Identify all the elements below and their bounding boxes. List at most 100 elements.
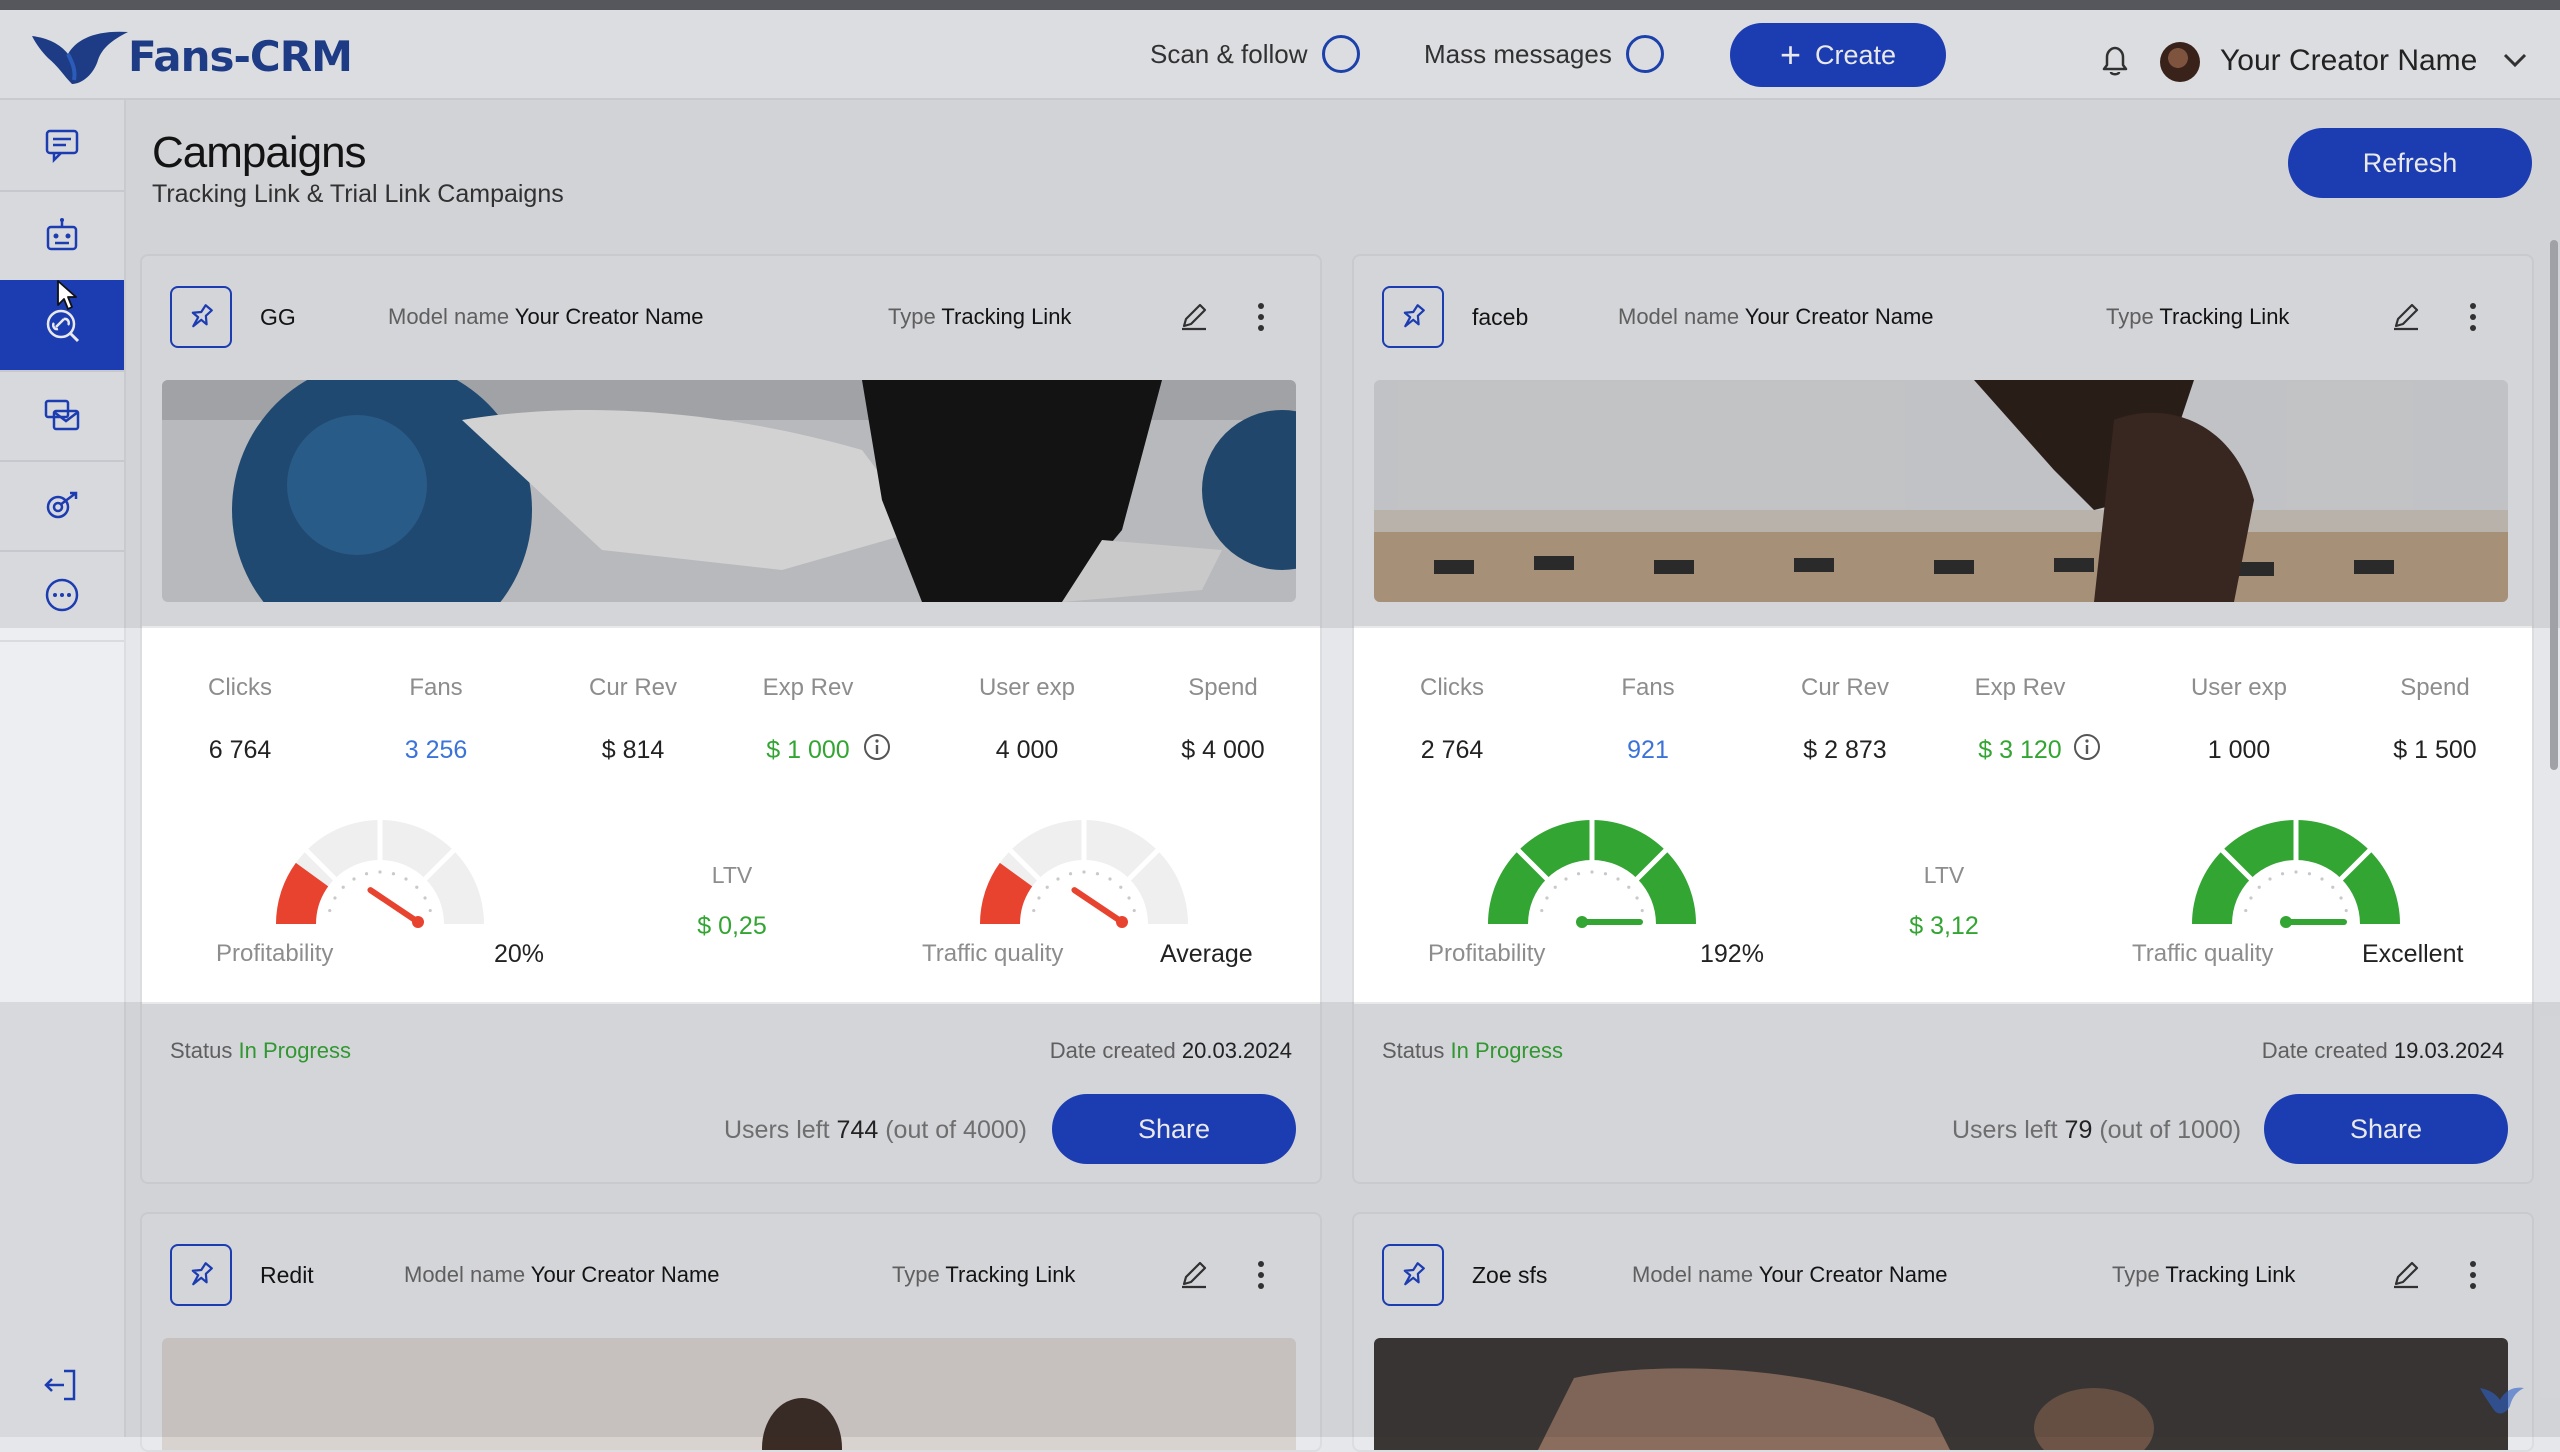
model-name-field: Model name Your Creator Name [404, 1262, 720, 1288]
kebab-menu-icon[interactable] [1254, 300, 1268, 334]
refresh-button[interactable]: Refresh [2288, 128, 2532, 198]
page-title: Campaigns [152, 128, 367, 177]
stat-label: User exp [2190, 674, 2288, 701]
traffic-quality-label: Traffic quality [922, 940, 1064, 967]
gauge-tick [2307, 872, 2312, 876]
mouse-cursor-icon [57, 280, 77, 310]
stat-user-exp: User exp 4 000 [947, 674, 1107, 765]
sidebar-item-mass-messages[interactable] [0, 370, 124, 462]
kebab-menu-icon[interactable] [2466, 300, 2480, 334]
scrollbar-thumb[interactable] [2550, 240, 2558, 770]
gauge-tick [2331, 885, 2335, 889]
edit-icon[interactable] [2390, 1258, 2422, 1290]
traffic-quality-value: Average [1160, 940, 1253, 968]
pin-button[interactable] [170, 1244, 232, 1306]
user-name[interactable]: Your Creator Name [2220, 44, 2477, 78]
pin-button[interactable] [1382, 286, 1444, 348]
scan-follow-label: Scan & follow [1150, 38, 1308, 69]
gauge-tick [1540, 908, 1544, 913]
scan-follow-toggle[interactable]: Scan & follow [1150, 32, 1360, 76]
sidebar-item-tracking[interactable] [0, 460, 124, 552]
gauge-tick [1045, 885, 1049, 889]
pin-button[interactable] [1382, 1244, 1444, 1306]
mass-messages-indicator[interactable] [1625, 35, 1664, 73]
scan-follow-indicator[interactable] [1321, 35, 1360, 73]
pin-button[interactable] [170, 286, 232, 348]
campaign-image [162, 380, 1296, 602]
status-field: Status In Progress [170, 1038, 351, 1064]
gauge-tick [404, 877, 408, 881]
gauge-tick [1037, 896, 1041, 900]
sidebar-item-more[interactable] [0, 550, 124, 642]
sidebar-item-bot[interactable] [0, 190, 124, 282]
stat-value[interactable]: 921 [1568, 736, 1728, 765]
logo-text: Fans-CRM [128, 31, 353, 81]
campaign-card-header: GG Model name Your Creator Name Type Tra… [142, 256, 1320, 380]
traffic-quality-gauge [2192, 818, 2400, 928]
stat-value[interactable]: 3 256 [356, 736, 516, 765]
bell-icon[interactable] [2098, 43, 2132, 79]
edit-icon[interactable] [2390, 300, 2422, 332]
profitability-label: Profitability [1428, 940, 1546, 967]
type-field: Type Tracking Link [888, 304, 1071, 330]
gauge-tick [423, 896, 427, 900]
gauge-tick [378, 870, 382, 874]
mass-messages-label: Mass messages [1424, 38, 1612, 69]
app-logo[interactable]: Fans-CRM [28, 26, 353, 86]
gauge-tick [2280, 872, 2285, 876]
stat-value: 1 000 [2207, 736, 2271, 764]
stat-value: 6 764 [208, 736, 272, 764]
traffic-quality-label: Traffic quality [2132, 940, 2274, 967]
gauge-tick [1127, 896, 1131, 900]
stat-value: $ 2 873 [1803, 736, 1887, 764]
campaign-name: Redit [260, 1262, 314, 1288]
date-created-field: Date created 19.03.2024 [2262, 1038, 2504, 1064]
gauge-tick [1635, 896, 1639, 900]
gauge-needle-hub [2280, 916, 2292, 928]
stat-label: User exp [978, 674, 1076, 701]
stat-spend: Spend $ 1 500 [2355, 674, 2515, 765]
model-name-field: Model name Your Creator Name [388, 304, 704, 330]
users-left-label: Users left [1952, 1116, 2058, 1144]
create-button[interactable]: + Create [1730, 23, 1946, 87]
edit-icon[interactable] [1178, 300, 1210, 332]
info-icon[interactable] [2072, 732, 2102, 762]
chevron-down-icon[interactable] [2502, 50, 2528, 70]
gauge-tick [1095, 872, 1100, 876]
gauge-tick [1032, 908, 1036, 913]
stat-user-exp: User exp 1 000 [2159, 674, 2319, 765]
campaign-image [162, 1338, 1296, 1450]
gauge-tick [2249, 896, 2253, 900]
share-button[interactable]: Share [1052, 1094, 1296, 1164]
sidebar-item-chats[interactable] [0, 100, 124, 192]
users-left-value: 79 [2064, 1116, 2093, 1144]
mass-message-icon [44, 399, 80, 431]
gauge-tick [428, 908, 432, 913]
mass-messages-toggle[interactable]: Mass messages [1424, 32, 1664, 76]
avatar[interactable] [2160, 42, 2200, 82]
campaign-card: Zoe sfs Model name Your Creator Name Typ… [1352, 1212, 2534, 1452]
info-icon[interactable] [862, 732, 892, 762]
date-created-value: 19.03.2024 [2393, 1038, 2504, 1063]
kebab-menu-icon[interactable] [2466, 1258, 2480, 1292]
model-name-label: Model name [1618, 304, 1740, 329]
gauge-tick [1564, 877, 1568, 881]
type-field: Type Tracking Link [2112, 1262, 2295, 1288]
model-name-value: Your Creator Name [1758, 1262, 1948, 1287]
campaign-card-header: Zoe sfs Model name Your Creator Name Typ… [1354, 1214, 2532, 1338]
pin-icon [1403, 304, 1425, 328]
create-button-label: Create [1814, 39, 1897, 70]
status-field: Status In Progress [1382, 1038, 1563, 1064]
edit-icon[interactable] [1178, 1258, 1210, 1290]
kebab-menu-icon[interactable] [1254, 1258, 1268, 1292]
status-badge: In Progress [238, 1038, 352, 1063]
logout-icon[interactable] [40, 1365, 80, 1405]
gauge-tick [1108, 877, 1112, 881]
stat-label: Clicks [1420, 674, 1484, 701]
gauge-tick [415, 885, 419, 889]
stat-label: Fans [1621, 674, 1675, 701]
share-button[interactable]: Share [2264, 1094, 2508, 1164]
stat-value: 4 000 [995, 736, 1059, 764]
pin-icon [1403, 1262, 1425, 1286]
users-left-total: (out of 4000) [885, 1116, 1027, 1144]
